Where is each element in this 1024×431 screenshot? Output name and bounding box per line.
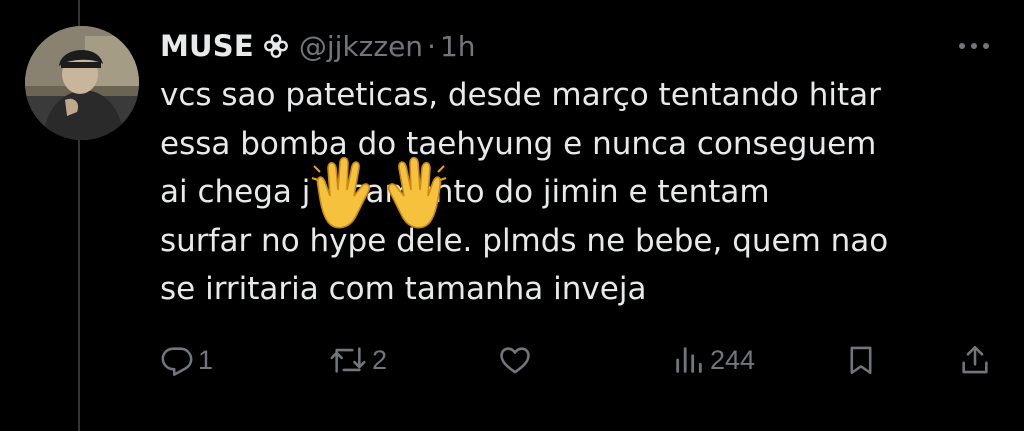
separator-dot: · <box>427 29 436 63</box>
tweet-text: vcs sao pateticas, desde março tentando … <box>160 71 1000 314</box>
tweet-text-line: vcs sao pateticas, desde março tentando … <box>160 77 881 113</box>
reply-button[interactable]: 1 <box>160 338 213 382</box>
more-icon <box>959 43 989 49</box>
raised-hands-emoji <box>310 156 448 234</box>
retweet-button[interactable]: 2 <box>328 338 387 382</box>
tweet-actions: 1 2 244 <box>160 338 1000 382</box>
handle[interactable]: @jjkzzen <box>299 30 423 63</box>
retweet-count: 2 <box>372 344 388 375</box>
more-options-button[interactable] <box>952 34 996 58</box>
heart-icon <box>500 347 530 374</box>
bookmark-button[interactable] <box>844 338 878 382</box>
views-count: 244 <box>710 344 756 375</box>
bookmark-icon <box>850 346 872 375</box>
timestamp[interactable]: 1h <box>440 30 476 63</box>
retweet-icon <box>330 347 366 373</box>
reply-icon <box>161 347 193 376</box>
views-button[interactable]: 244 <box>672 338 755 382</box>
flower-icon <box>263 33 289 59</box>
tweet-text-line: surfar no hype dele. plmds ne bebe, quem… <box>160 222 889 259</box>
like-button[interactable] <box>498 338 536 382</box>
display-name[interactable]: MUSE <box>160 29 254 63</box>
share-icon <box>962 345 988 374</box>
views-icon <box>676 347 702 373</box>
tweet-text-line: se irritaria com tamanha inveja <box>160 271 647 307</box>
reply-count: 1 <box>198 344 214 375</box>
avatar[interactable] <box>25 26 139 140</box>
tweet-text-line: ai chega j ınçamento do jimin e tentam <box>160 174 770 210</box>
tweet-header: MUSE @jjkzzen · 1h <box>160 24 476 68</box>
share-button[interactable] <box>958 338 992 382</box>
tweet-text-line: essa bomba do taehyung e nunca conseguem <box>160 125 877 162</box>
